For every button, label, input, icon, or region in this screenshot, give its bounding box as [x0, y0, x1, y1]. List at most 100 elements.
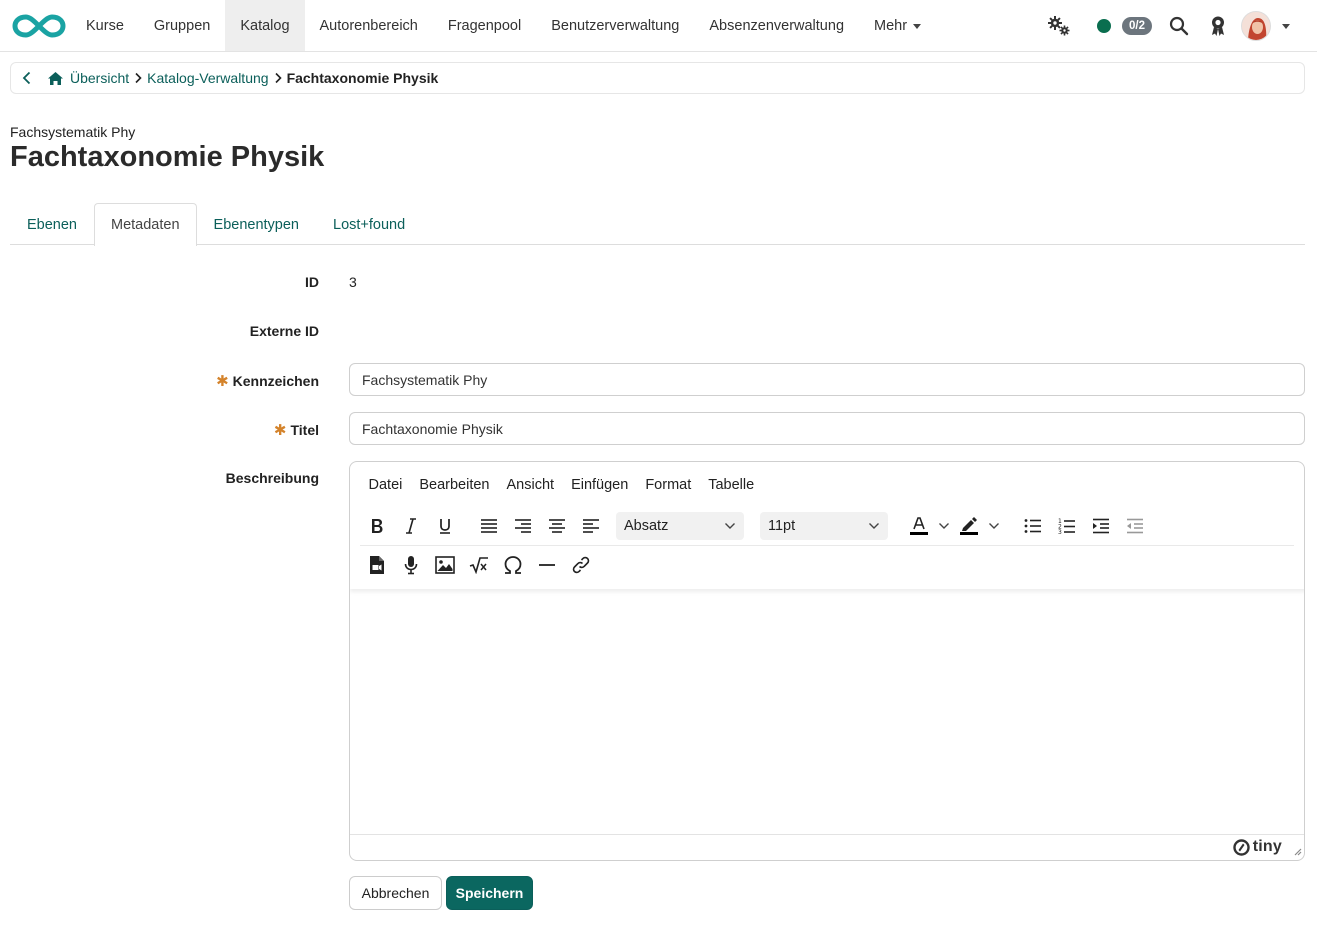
- chevron-right-icon: [134, 72, 142, 84]
- tiny-logo-icon: [1233, 838, 1250, 856]
- breadcrumb: Übersicht Katalog-Verwaltung Fachtaxonom…: [10, 62, 1305, 94]
- align-justify-button[interactable]: [472, 512, 506, 540]
- italic-button[interactable]: [394, 512, 428, 540]
- editor-toolbar-row-2: [360, 551, 598, 579]
- description-editor: Datei Bearbeiten Ansicht Einfügen Format…: [349, 461, 1305, 861]
- highlight-color-dropdown[interactable]: [984, 512, 1004, 540]
- align-left-button[interactable]: [574, 512, 608, 540]
- nav-autorenbereich[interactable]: Autorenbereich: [305, 0, 433, 51]
- nav-absenzenverwaltung[interactable]: Absenzenverwaltung: [694, 0, 859, 51]
- top-navigation: Kurse Gruppen Katalog Autorenbereich Fra…: [0, 0, 1317, 52]
- chevron-down-icon: [725, 523, 735, 529]
- tiny-branding[interactable]: tiny: [1233, 838, 1282, 856]
- nav-gruppen[interactable]: Gruppen: [139, 0, 225, 51]
- page-title: Fachtaxonomie Physik: [10, 141, 325, 173]
- italic-icon: [406, 518, 416, 534]
- svg-text:3: 3: [1058, 529, 1062, 535]
- openolat-logo-icon[interactable]: [12, 11, 66, 41]
- highlight-color-button[interactable]: [954, 512, 984, 540]
- insert-horizontal-line-button[interactable]: [530, 551, 564, 579]
- tab-metadaten[interactable]: Metadaten: [94, 203, 197, 246]
- indent-button[interactable]: [1084, 512, 1118, 540]
- chevron-down-icon: [989, 523, 999, 529]
- chevron-down-icon: [939, 523, 949, 529]
- menu-format[interactable]: Format: [637, 474, 700, 496]
- editor-statusbar: tiny: [350, 834, 1304, 860]
- kennzeichen-input[interactable]: [349, 363, 1305, 396]
- user-avatar[interactable]: [1241, 11, 1271, 41]
- tab-ebenen[interactable]: Ebenen: [10, 203, 94, 245]
- outdent-button[interactable]: [1118, 512, 1152, 540]
- bullet-list-button[interactable]: [1016, 512, 1050, 540]
- nav-mehr-dropdown[interactable]: Mehr: [859, 0, 936, 51]
- nav-fragenpool[interactable]: Fragenpool: [433, 0, 536, 51]
- menu-tabelle[interactable]: Tabelle: [700, 474, 763, 496]
- menu-einfuegen[interactable]: Einfügen: [563, 474, 637, 496]
- gears-icon[interactable]: [1047, 15, 1071, 37]
- search-icon[interactable]: [1169, 16, 1189, 36]
- menu-ansicht[interactable]: Ansicht: [498, 474, 563, 496]
- insert-image-button[interactable]: [428, 551, 462, 579]
- font-size-select[interactable]: 11pt: [760, 512, 888, 540]
- numbered-list-button[interactable]: 123: [1050, 512, 1084, 540]
- caret-down-icon: [913, 24, 922, 29]
- bold-icon: [372, 519, 383, 533]
- toolbar-divider: [360, 545, 1294, 546]
- indent-icon: [1093, 518, 1109, 534]
- insert-link-button[interactable]: [564, 551, 598, 579]
- notification-badge[interactable]: 0/2: [1122, 17, 1152, 35]
- numbered-list-icon: 123: [1058, 518, 1075, 535]
- bold-button[interactable]: [360, 512, 394, 540]
- align-right-button[interactable]: [506, 512, 540, 540]
- text-color-button[interactable]: [904, 512, 934, 540]
- save-button[interactable]: Speichern: [446, 876, 533, 910]
- back-button[interactable]: [13, 71, 41, 85]
- menu-datei[interactable]: Datei: [360, 474, 411, 496]
- nav-kurse[interactable]: Kurse: [71, 0, 139, 51]
- beschreibung-label: Beschreibung: [225, 470, 319, 486]
- insert-media-button[interactable]: [360, 551, 394, 579]
- tab-lost-found[interactable]: Lost+found: [316, 203, 422, 245]
- outdent-icon: [1127, 518, 1143, 534]
- kennzeichen-label: ✱ Kennzeichen: [216, 373, 319, 390]
- titel-input[interactable]: [349, 412, 1305, 445]
- breadcrumb-uebersicht[interactable]: Übersicht: [70, 70, 129, 86]
- horizontal-line-icon: [539, 564, 555, 566]
- insert-special-char-button[interactable]: [496, 551, 530, 579]
- required-asterisk-icon: ✱: [273, 422, 287, 439]
- align-justify-icon: [481, 519, 497, 533]
- editor-menubar: Datei Bearbeiten Ansicht Einfügen Format…: [360, 474, 763, 496]
- online-status-icon[interactable]: [1097, 19, 1111, 33]
- id-label: ID: [305, 274, 319, 290]
- menu-bearbeiten[interactable]: Bearbeiten: [411, 474, 498, 496]
- align-left-icon: [583, 519, 599, 533]
- main-menu: Kurse Gruppen Katalog Autorenbereich Fra…: [71, 0, 936, 51]
- external-id-label: Externe ID: [249, 323, 319, 339]
- insert-audio-button[interactable]: [394, 551, 428, 579]
- breadcrumb-current: Fachtaxonomie Physik: [286, 70, 439, 86]
- omega-icon: [504, 556, 522, 574]
- block-format-select[interactable]: Absatz: [616, 512, 744, 540]
- bullet-list-icon: [1024, 519, 1041, 533]
- align-right-icon: [515, 519, 531, 533]
- resize-handle-icon[interactable]: [1292, 846, 1302, 856]
- breadcrumb-katalog-verwaltung[interactable]: Katalog-Verwaltung: [147, 70, 268, 86]
- align-center-icon: [549, 519, 565, 533]
- id-value: 3: [349, 274, 357, 290]
- square-root-icon: [469, 557, 488, 574]
- align-center-button[interactable]: [540, 512, 574, 540]
- editor-toolbar-row-1: Absatz 11pt 123: [360, 512, 1152, 540]
- tab-ebenentypen[interactable]: Ebenentypen: [197, 203, 316, 245]
- text-color-icon: [910, 517, 928, 535]
- cancel-button[interactable]: Abbrechen: [349, 876, 442, 910]
- insert-formula-button[interactable]: [462, 551, 496, 579]
- avatar-portrait-icon: [1242, 12, 1270, 40]
- award-icon[interactable]: [1210, 15, 1226, 37]
- user-menu-caret-icon[interactable]: [1282, 24, 1290, 29]
- text-color-dropdown[interactable]: [934, 512, 954, 540]
- home-icon[interactable]: [47, 71, 64, 86]
- image-icon: [435, 556, 455, 574]
- nav-benutzerverwaltung[interactable]: Benutzerverwaltung: [536, 0, 694, 51]
- nav-katalog[interactable]: Katalog: [225, 0, 305, 51]
- underline-button[interactable]: [428, 512, 462, 540]
